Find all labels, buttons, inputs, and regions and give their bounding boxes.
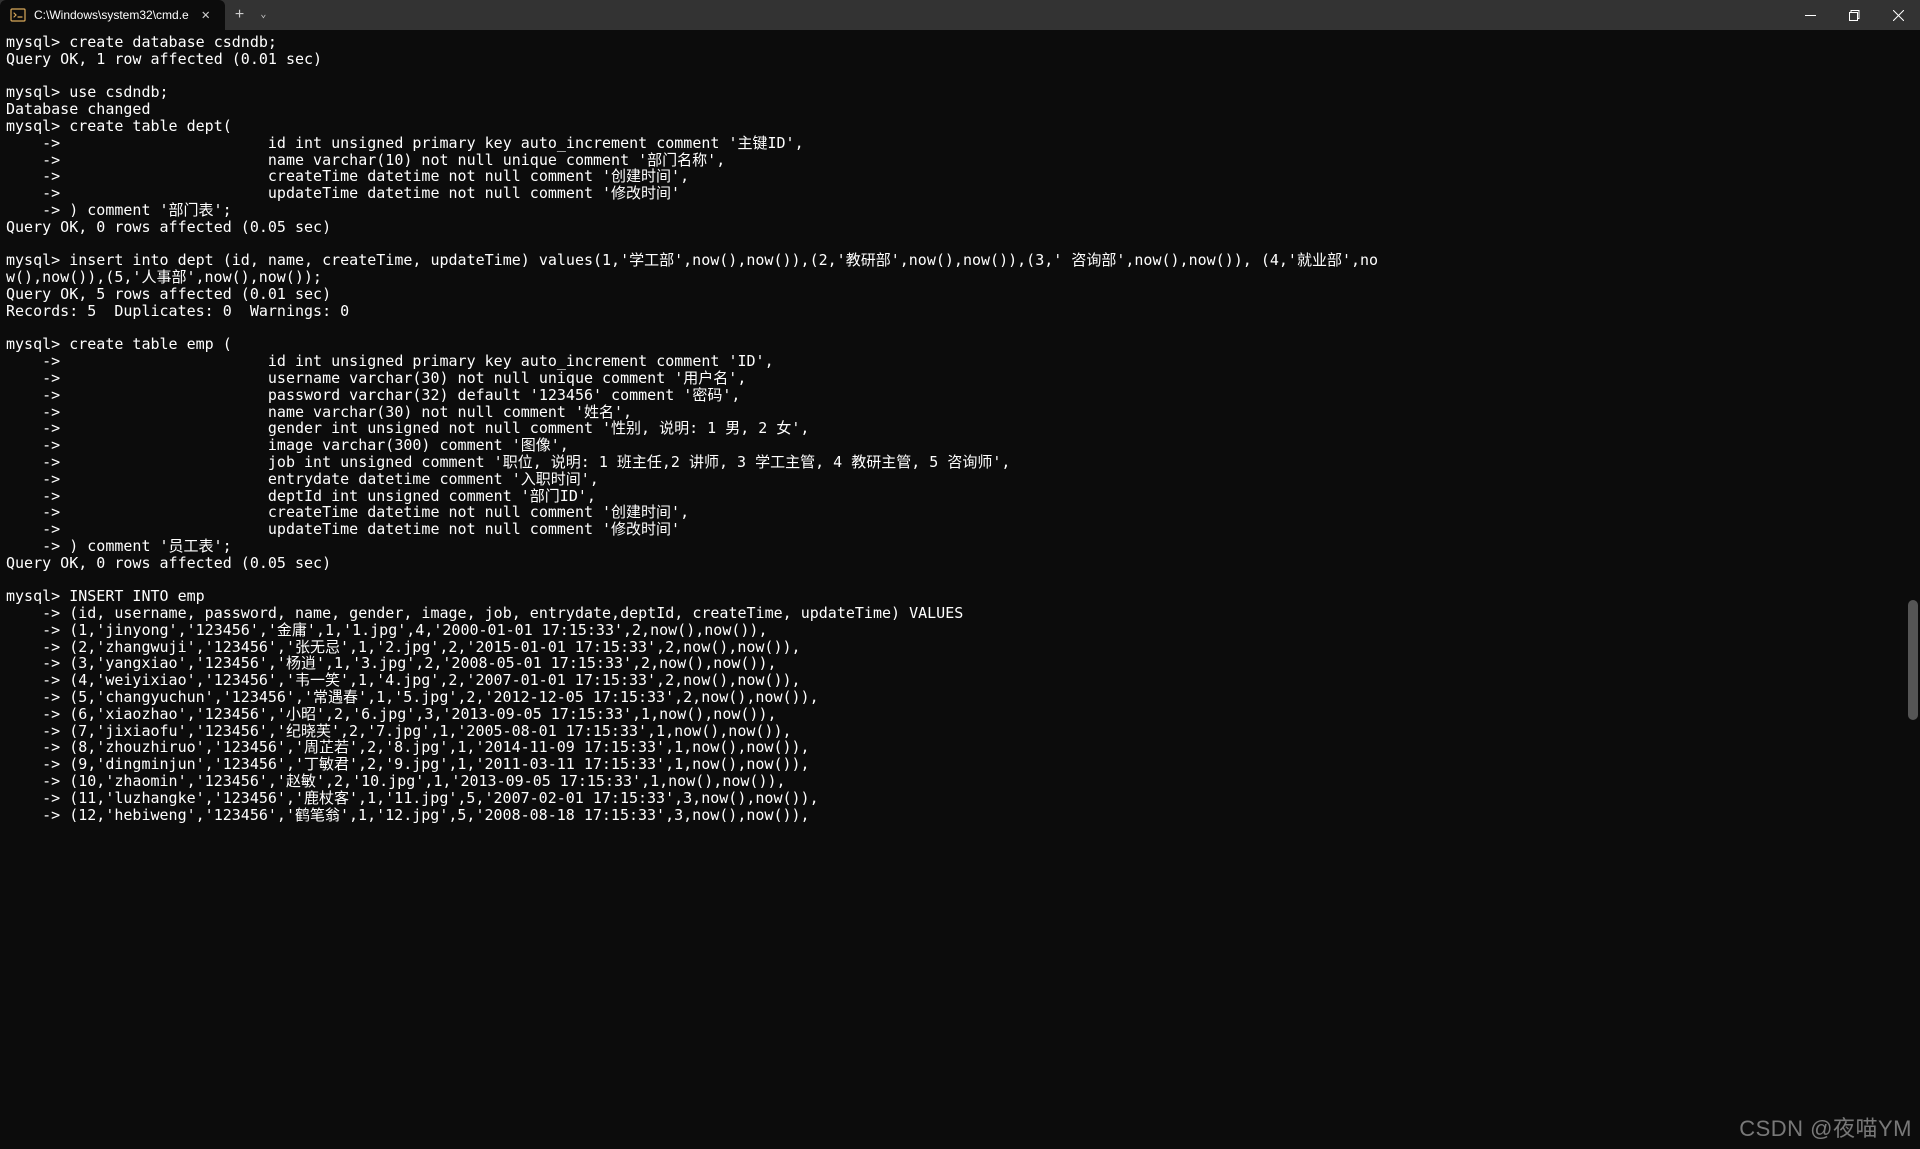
terminal-output[interactable]: mysql> create database csdndb; Query OK,…	[0, 30, 1920, 827]
new-tab-button[interactable]: +	[225, 6, 255, 24]
maximize-button[interactable]	[1832, 0, 1876, 30]
tab-cmd[interactable]: C:\Windows\system32\cmd.e ✕	[0, 0, 225, 30]
tab-dropdown-button[interactable]: ⌄	[254, 9, 272, 21]
close-button[interactable]	[1876, 0, 1920, 30]
tab-close-button[interactable]: ✕	[197, 6, 215, 24]
titlebar-tabs: C:\Windows\system32\cmd.e ✕ + ⌄	[0, 0, 272, 30]
terminal-icon	[10, 7, 26, 23]
minimize-button[interactable]	[1788, 0, 1832, 30]
scrollbar-thumb[interactable]	[1908, 600, 1918, 720]
watermark: CSDN @夜喵YM	[1739, 1111, 1912, 1143]
titlebar: C:\Windows\system32\cmd.e ✕ + ⌄	[0, 0, 1920, 30]
scrollbar-track[interactable]	[1906, 30, 1920, 1149]
tab-title: C:\Windows\system32\cmd.e	[34, 8, 189, 22]
window-controls	[1788, 0, 1920, 30]
